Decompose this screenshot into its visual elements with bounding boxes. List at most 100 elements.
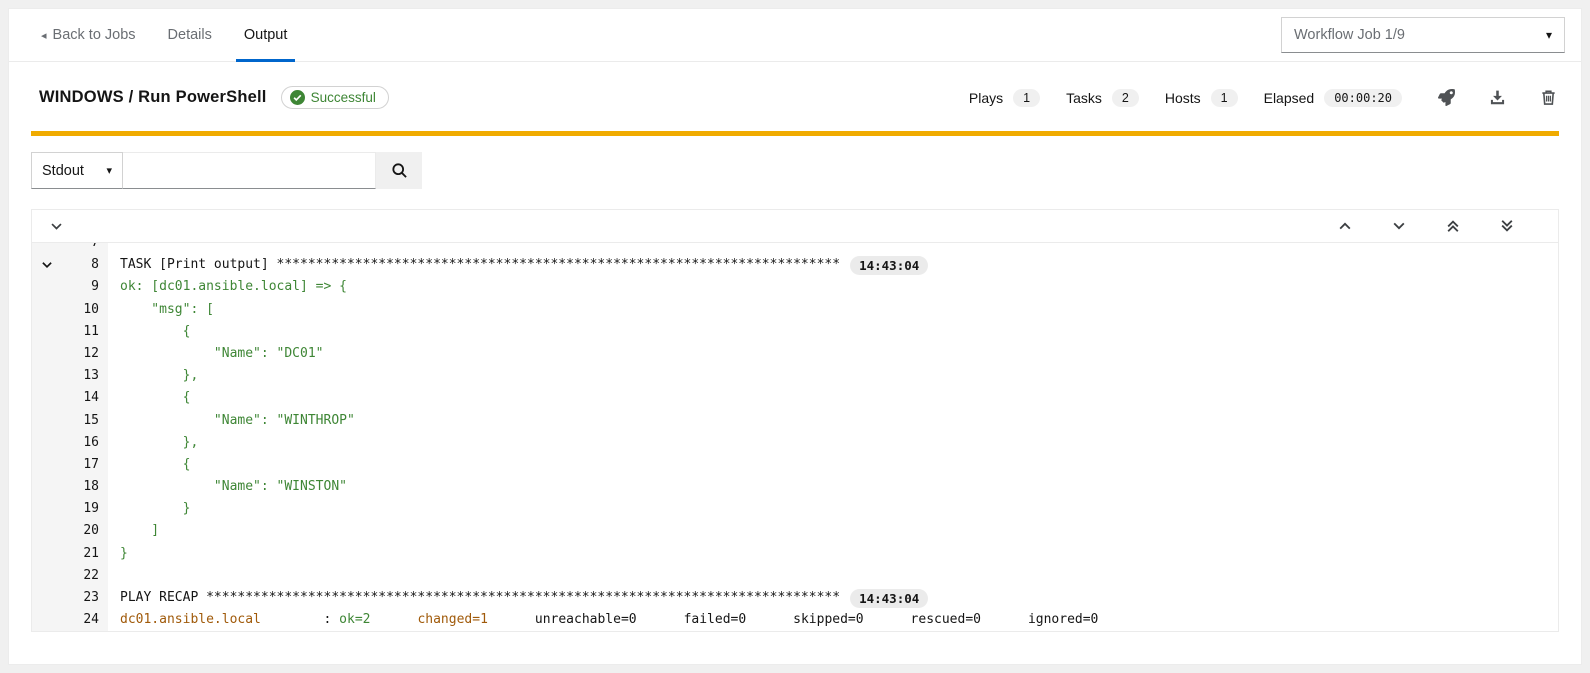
- line-number: 10: [62, 299, 108, 321]
- line-content: ]: [108, 520, 159, 542]
- line-gutter: 8: [32, 254, 108, 276]
- code-segment: "Name": "DC01": [120, 343, 324, 365]
- workflow-job-select-value: Workflow Job 1/9: [1294, 27, 1405, 43]
- line-gutter: 22: [32, 565, 108, 587]
- job-output-page: ◂ Back to Jobs Details Output Workflow J…: [8, 8, 1582, 665]
- relaunch-button[interactable]: [1436, 87, 1457, 108]
- line-gutter: 18: [32, 476, 108, 498]
- line-number: 23: [62, 587, 108, 609]
- line-content: {: [108, 387, 190, 409]
- line-content: },: [108, 432, 198, 454]
- line-gutter: 7: [32, 243, 108, 254]
- tab-bar: ◂ Back to Jobs Details Output Workflow J…: [9, 9, 1581, 62]
- rocket-icon: [1438, 89, 1455, 106]
- caret-down-icon: ▾: [1546, 28, 1552, 42]
- line-number: 17: [62, 454, 108, 476]
- output-line: 11 {: [32, 321, 1558, 343]
- chevron-down-icon: [41, 259, 53, 271]
- search-type-select[interactable]: Stdout ▾: [31, 152, 123, 189]
- code-segment: changed=1: [417, 609, 487, 631]
- line-content: PLAY RECAP *****************************…: [108, 587, 928, 609]
- scroll-previous-button[interactable]: [1332, 215, 1358, 237]
- tab-output[interactable]: Output: [228, 9, 304, 61]
- code-segment: ok: [dc01.ansible.local] => {: [120, 276, 347, 298]
- output-line: 16 },: [32, 432, 1558, 454]
- workflow-job-select[interactable]: Workflow Job 1/9 ▾: [1281, 17, 1565, 53]
- timestamp-badge: 14:43:04: [850, 589, 928, 608]
- line-content: [108, 565, 120, 587]
- stat-hosts-label: Hosts: [1165, 90, 1201, 106]
- collapse-all-toggle[interactable]: [46, 216, 67, 237]
- line-gutter: 12: [32, 343, 108, 365]
- line-content: [108, 243, 120, 254]
- stat-plays: Plays 1: [969, 89, 1040, 107]
- line-gutter: 21: [32, 543, 108, 565]
- search-type-value: Stdout: [42, 163, 84, 179]
- download-output-button[interactable]: [1487, 87, 1508, 108]
- output-line: 23 PLAY RECAP ***************************…: [32, 587, 1558, 609]
- scroll-next-button[interactable]: [1386, 215, 1412, 237]
- line-number: 16: [62, 432, 108, 454]
- code-segment: ok=2: [339, 609, 370, 631]
- line-content: },: [108, 365, 198, 387]
- stat-hosts: Hosts 1: [1165, 89, 1238, 107]
- stat-plays-label: Plays: [969, 90, 1003, 106]
- line-gutter: 11: [32, 321, 108, 343]
- code-segment: "msg": [: [120, 299, 214, 321]
- line-gutter: 23: [32, 587, 108, 609]
- code-segment: PLAY RECAP *****************************…: [120, 587, 840, 609]
- tab-output-label: Output: [244, 27, 288, 43]
- back-to-jobs-label: Back to Jobs: [53, 27, 136, 43]
- stat-elapsed: Elapsed 00:00:20: [1264, 89, 1402, 107]
- stat-plays-count: 1: [1013, 89, 1040, 107]
- output-line: 10 "msg": [: [32, 299, 1558, 321]
- job-stats: Plays 1 Tasks 2 Hosts 1 Elapsed 00:00:20: [943, 87, 1559, 108]
- output-line: 18 "Name": "WINSTON": [32, 476, 1558, 498]
- chevron-down-icon: [1392, 219, 1406, 233]
- output-line: 8TASK [Print output] *******************…: [32, 254, 1558, 276]
- line-gutter: 13: [32, 365, 108, 387]
- line-number: 13: [62, 365, 108, 387]
- line-number: 19: [62, 498, 108, 520]
- search-button[interactable]: [376, 152, 422, 189]
- code-segment: },: [120, 365, 198, 387]
- line-content: TASK [Print output] ********************…: [108, 254, 928, 276]
- line-content: "Name": "DC01": [108, 343, 324, 365]
- host-status-bar: [31, 131, 1559, 136]
- page-title: WINDOWS / Run PowerShell: [39, 88, 267, 107]
- code-segment: "Name": "WINSTON": [120, 476, 347, 498]
- delete-job-button[interactable]: [1538, 87, 1559, 108]
- job-header: WINDOWS / Run PowerShell Successful Play…: [31, 62, 1559, 125]
- line-gutter: 15: [32, 410, 108, 432]
- code-segment: }: [120, 498, 190, 520]
- output-line: 9 ok: [dc01.ansible.local] => {: [32, 276, 1558, 298]
- output-line: 20 ]: [32, 520, 1558, 542]
- line-number: 8: [62, 254, 108, 276]
- chevron-up-icon: [1338, 219, 1352, 233]
- line-gutter: 9: [32, 276, 108, 298]
- line-expand-toggle[interactable]: [32, 259, 62, 271]
- double-chevron-down-icon: [1500, 218, 1514, 234]
- stdout-toolbar: [32, 210, 1558, 243]
- output-search-row: Stdout ▾: [31, 152, 1559, 189]
- line-gutter: 24: [32, 609, 108, 631]
- tab-details[interactable]: Details: [152, 9, 228, 61]
- line-number: 21: [62, 543, 108, 565]
- scroll-top-button[interactable]: [1440, 214, 1466, 238]
- line-content: "msg": [: [108, 299, 214, 321]
- trash-icon: [1540, 89, 1557, 106]
- scroll-bottom-button[interactable]: [1494, 214, 1520, 238]
- download-icon: [1489, 89, 1506, 106]
- back-to-jobs-link[interactable]: ◂ Back to Jobs: [25, 9, 152, 61]
- stat-elapsed-label: Elapsed: [1264, 90, 1315, 106]
- output-line: 12 "Name": "DC01": [32, 343, 1558, 365]
- output-line: 19 }: [32, 498, 1558, 520]
- status-badge-label: Successful: [311, 90, 376, 105]
- line-gutter: 17: [32, 454, 108, 476]
- stdout-lines: 7 8TASK [Print output] *****************…: [32, 243, 1558, 631]
- code-segment: dc01.ansible.local: [120, 609, 261, 631]
- line-number: 20: [62, 520, 108, 542]
- search-input[interactable]: [123, 152, 376, 189]
- stat-tasks: Tasks 2: [1066, 89, 1139, 107]
- stat-tasks-label: Tasks: [1066, 90, 1102, 106]
